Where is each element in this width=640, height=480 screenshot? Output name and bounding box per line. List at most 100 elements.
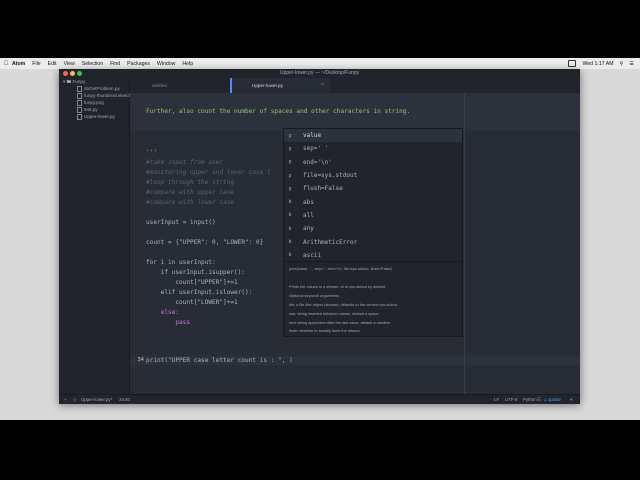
builtin-badge: b [288, 199, 292, 206]
code-line[interactable]: pass [146, 319, 190, 326]
code-line[interactable]: Further, also count the number of spaces… [146, 108, 410, 115]
apple-icon[interactable]:  [0, 61, 12, 67]
code-line[interactable]: elif userInput.islower(): [146, 289, 253, 296]
maximize-window-button[interactable] [77, 71, 82, 76]
tree-file[interactable]: funpy-thumbnail.sketch [59, 92, 132, 99]
code-line[interactable]: #monitoring upper and lower case l [146, 169, 271, 176]
menu-atom[interactable]: Atom [12, 61, 25, 67]
autocomplete-label: file=sys.stdout [303, 172, 358, 180]
menu-list-icon[interactable]: ☰ [629, 61, 634, 67]
autocomplete-item[interactable]: p sep=' ' [284, 142, 462, 155]
wrap-guide [464, 93, 465, 394]
chevron-down-icon: ▾ [63, 79, 66, 84]
status-bar: + ◇ Upper-lower.py* 34:40 LF UTF-8 Pytho… [59, 394, 580, 404]
menu-find[interactable]: Find [110, 61, 120, 67]
tree-root-folder[interactable]: ▾ 🖿 Funpy [59, 78, 129, 85]
autocomplete-label: ascii [303, 251, 322, 259]
status-grammar[interactable]: Python [523, 395, 537, 404]
line-number: 34 [137, 357, 144, 363]
tree-root-label: Funpy [72, 79, 86, 84]
autocomplete-item[interactable]: b all [284, 209, 462, 222]
clock[interactable]: Wed 1:17 AM [582, 61, 613, 67]
status-line-ending[interactable]: LF [494, 395, 499, 404]
param-badge: p [288, 172, 292, 179]
tree-file-label: doGetProblem.py [84, 86, 120, 91]
doc-text: Optional keyword arguments: [289, 293, 340, 298]
code-line[interactable]: userInput = input() [146, 219, 216, 226]
tree-file[interactable]: Upper-lower.py [59, 113, 129, 120]
autocomplete-item[interactable]: p end='\n' [284, 156, 462, 169]
code-line[interactable]: count = {"UPPER": 0, "LOWER": 0} [146, 239, 263, 246]
autocomplete-item[interactable]: p flush=False [284, 182, 462, 195]
tab-untitled[interactable]: untitled [130, 78, 230, 93]
tab-upper-lower[interactable]: Upper-lower.py × [230, 78, 330, 93]
builtin-badge: b [288, 212, 292, 219]
status-cursor-position[interactable]: 34:40 [119, 395, 130, 404]
builtin-badge: b [288, 239, 292, 246]
screen-bottom-band [0, 420, 640, 480]
menu-packages[interactable]: Packages [127, 61, 150, 67]
status-updates[interactable]: 1 update [544, 395, 561, 404]
update-icon: ☰ [537, 397, 541, 402]
file-icon [77, 85, 82, 92]
file-icon [77, 113, 82, 120]
tree-file-label: funpy.png [84, 100, 104, 105]
menu-view[interactable]: View [64, 61, 75, 67]
code-line[interactable]: count["UPPER"]+=1 [146, 279, 237, 286]
heart-icon[interactable]: ♥ [570, 395, 573, 404]
builtin-badge: b [288, 225, 292, 232]
search-icon[interactable]: ⚲ [620, 61, 624, 67]
git-icon: ◇ [73, 397, 77, 402]
title-bar[interactable]: Upper-lower.py — ~/Desktop/Funpy [59, 69, 580, 78]
code-line[interactable]: else: [146, 309, 179, 316]
autocomplete-label: any [303, 225, 314, 233]
tree-file[interactable]: doGetProblem.py [59, 85, 129, 92]
autocomplete-item[interactable]: b abs [284, 195, 462, 208]
code-line[interactable]: #compare with lower case [146, 199, 234, 206]
folder-icon: 🖿 [66, 79, 72, 84]
autocomplete-label: sep=' ' [303, 145, 329, 153]
minimize-window-button[interactable] [70, 71, 75, 76]
tree-file-label: test.py [84, 107, 98, 112]
code-line[interactable]: ''' [146, 149, 157, 156]
menu-edit[interactable]: Edit [48, 61, 57, 67]
close-tab-icon[interactable]: × [321, 78, 324, 93]
code-line[interactable]: count["LOWER"]+=1 [146, 299, 237, 306]
autocomplete-label: ArithmeticError [303, 238, 358, 246]
battery-icon[interactable] [568, 60, 577, 67]
tree-file[interactable]: test.py [59, 106, 129, 113]
menubar-status-area: Wed 1:17 AM ⚲ ☰ [568, 58, 634, 69]
autocomplete-label: all [303, 211, 314, 219]
autocomplete-label: value [303, 132, 322, 140]
menu-file[interactable]: File [32, 61, 40, 67]
autocomplete-item[interactable]: b ArithmeticError [284, 235, 462, 248]
code-line-current[interactable]: print("UPPER case letter count is : ", ) [146, 357, 293, 364]
tree-view: ▾ 🖿 Funpy doGetProblem.py funpy-thumbnai… [59, 78, 132, 394]
status-file-name[interactable]: Upper-lower.py* [81, 395, 112, 404]
code-line[interactable]: #take input from user [146, 159, 223, 166]
code-line[interactable]: if userInput.isupper(): [146, 269, 245, 276]
autocomplete-item[interactable]: p file=sys.stdout [284, 169, 462, 182]
autocomplete-label: abs [303, 198, 314, 206]
autocomplete-item[interactable]: p value [284, 129, 462, 143]
param-badge: p [288, 145, 292, 152]
autocomplete-item[interactable]: b any [284, 222, 462, 235]
add-project-icon[interactable]: + [64, 395, 67, 404]
doc-text: end: string appended after the last valu… [289, 320, 391, 325]
code-line[interactable]: #loop through the string [146, 179, 234, 186]
status-encoding[interactable]: UTF-8 [505, 395, 517, 404]
close-window-button[interactable] [63, 71, 68, 76]
doc-signature: print(value, ..., sep=' ', end='\n', fil… [289, 266, 392, 271]
menu-window[interactable]: Window [157, 61, 175, 67]
code-line[interactable]: for i in userInput: [146, 259, 216, 266]
macos-menubar:  Atom File Edit View Selection Find Pac… [0, 58, 640, 69]
menu-help[interactable]: Help [182, 61, 193, 67]
tree-file[interactable]: funpy.png [59, 99, 129, 106]
tab-label: Upper-lower.py [252, 83, 283, 88]
tree-file-label: funpy-thumbnail.sketch [84, 93, 132, 98]
autocomplete-item[interactable]: b ascii [284, 249, 462, 262]
screen-top-band [0, 0, 640, 58]
code-line[interactable]: #compare with upper case [146, 189, 234, 196]
doc-text: Prints the values to a stream, or to sys… [289, 284, 386, 289]
menu-selection[interactable]: Selection [82, 61, 103, 67]
